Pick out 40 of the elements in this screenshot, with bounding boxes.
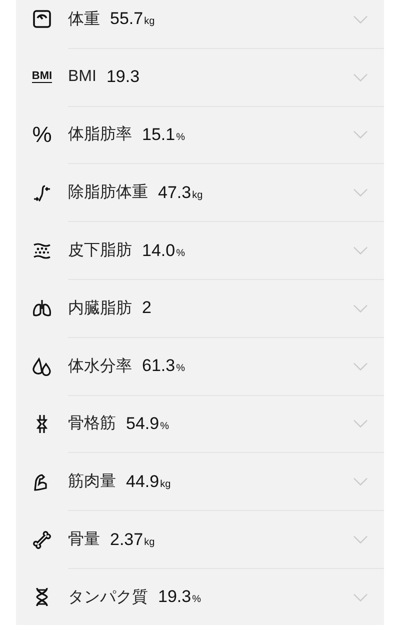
chevron-down-icon[interactable] <box>353 14 368 24</box>
metric-label: BMI <box>68 68 96 86</box>
chevron-down-icon[interactable] <box>353 130 368 140</box>
metric-label: 骨量 <box>68 530 100 550</box>
metric-value: 15.1% <box>142 124 185 145</box>
metric-value: 2 <box>142 298 152 318</box>
chevron-down-icon[interactable] <box>353 535 368 544</box>
chevron-down-icon[interactable] <box>353 477 368 486</box>
metric-value: 19.3% <box>158 587 201 608</box>
chevron-down-icon[interactable] <box>353 72 368 82</box>
metric-label: 内臓脂肪 <box>68 298 132 319</box>
metric-value: 54.9% <box>126 414 169 434</box>
chevron-down-icon[interactable] <box>353 362 368 371</box>
metric-value: 14.0% <box>142 240 185 261</box>
chevron-down-icon[interactable] <box>353 419 368 428</box>
percent-icon: % <box>32 124 52 146</box>
metric-value: 61.3% <box>142 356 185 376</box>
metric-label: 除脂肪体重 <box>68 182 148 204</box>
metric-value: 47.3kg <box>158 182 203 203</box>
metric-label: 皮下脂肪 <box>68 240 132 262</box>
metric-label: 体水分率 <box>68 356 132 377</box>
bone-icon <box>32 530 52 550</box>
metric-label: 筋肉量 <box>68 472 116 492</box>
metric-value: 55.7kg <box>110 9 155 30</box>
chevron-down-icon[interactable] <box>353 246 368 256</box>
metric-label: 体脂肪率 <box>68 124 132 146</box>
scale-icon <box>32 9 52 30</box>
fat-layer-icon <box>32 240 52 261</box>
chevron-down-icon[interactable] <box>353 592 368 602</box>
curve-arrows-icon <box>32 182 52 203</box>
lungs-icon <box>32 298 52 318</box>
metric-label: 骨格筋 <box>68 414 116 434</box>
chevron-down-icon[interactable] <box>353 188 368 198</box>
metric-value: 44.9kg <box>126 472 171 492</box>
chevron-down-icon[interactable] <box>353 304 368 313</box>
metric-label: 体重 <box>68 10 100 30</box>
metric-value: 2.37kg <box>110 530 155 550</box>
metric-value: 19.3 <box>106 67 140 88</box>
metric-label: タンパク質 <box>68 588 148 608</box>
water-drops-icon <box>32 356 52 376</box>
